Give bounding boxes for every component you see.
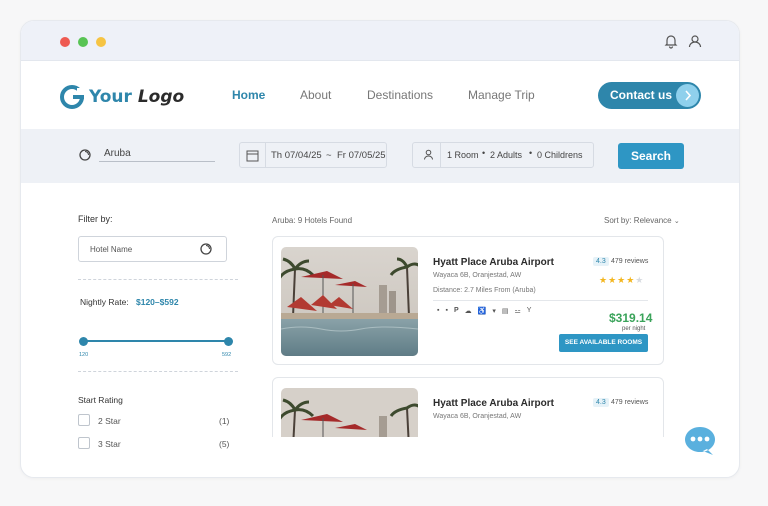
destination-underline bbox=[99, 161, 215, 162]
adults-value: 2 Adults bbox=[490, 150, 523, 160]
weather-icon: ☁ bbox=[464, 308, 472, 315]
hotel-address: Wayaca 6B, Oranjestad, AW bbox=[433, 413, 522, 420]
slider-max-handle[interactable] bbox=[224, 336, 233, 346]
room-service-icon: ⚍ bbox=[514, 308, 521, 315]
fridge-icon: ▪ bbox=[445, 307, 448, 314]
price: $319.14 bbox=[609, 311, 653, 325]
hotel-photo[interactable] bbox=[281, 247, 418, 356]
hotel-card[interactable]: Hyatt Place Aruba Airport Wayaca 6B, Ora… bbox=[272, 236, 664, 365]
slider-min-handle[interactable] bbox=[79, 336, 88, 346]
logo-word-1: Your bbox=[89, 87, 132, 107]
date-separator: ~ bbox=[326, 150, 332, 161]
hotel-search-icon bbox=[199, 242, 213, 261]
hotel-name-placeholder: Hotel Name bbox=[90, 245, 133, 254]
bar-icon: Y bbox=[526, 307, 532, 314]
logo-icon bbox=[60, 85, 85, 109]
rating-score-badge: 4.3 bbox=[593, 257, 609, 266]
coffee-icon: ▾ bbox=[492, 308, 496, 315]
reviews-count[interactable]: 479 reviews bbox=[611, 258, 648, 265]
maximize-dot[interactable] bbox=[78, 37, 88, 47]
close-dot[interactable] bbox=[60, 37, 70, 47]
hotel-distance: Distance: 2.7 Miles From (Aruba) bbox=[433, 287, 536, 294]
slider-min-label: 120 bbox=[79, 352, 89, 358]
rooms-value: 1 Room bbox=[447, 150, 479, 160]
checkbox-3-star[interactable] bbox=[78, 437, 90, 449]
hotel-name-input[interactable]: Hotel Name bbox=[78, 236, 227, 262]
divider bbox=[433, 300, 648, 301]
rating-score-badge: 4.3 bbox=[593, 398, 609, 407]
contact-us-label: Contact us bbox=[610, 88, 673, 102]
chevron-right-icon bbox=[676, 84, 699, 107]
guest-user-icon bbox=[422, 148, 435, 166]
search-bar: Aruba Th 07/04/25 ~ Fr 07/05/25 1 Room •… bbox=[21, 129, 739, 183]
search-button[interactable]: Search bbox=[618, 143, 684, 169]
price-range-slider[interactable] bbox=[79, 336, 233, 346]
user-icon[interactable] bbox=[685, 31, 705, 51]
divider bbox=[265, 142, 266, 168]
star-rating: ★★★★★ bbox=[599, 275, 644, 286]
nav-destinations[interactable]: Destinations bbox=[367, 88, 433, 102]
rating-option-label: 3 Star bbox=[98, 439, 121, 449]
divider bbox=[78, 279, 238, 280]
hotel-name[interactable]: Hyatt Place Aruba Airport bbox=[433, 398, 554, 409]
rating-option-count: (5) bbox=[219, 439, 230, 449]
chat-icon[interactable] bbox=[683, 425, 717, 455]
reviews-count[interactable]: 479 reviews bbox=[611, 399, 648, 406]
bullet: • bbox=[482, 148, 486, 158]
nightly-rate-value: $120–$592 bbox=[136, 297, 179, 307]
window-titlebar bbox=[21, 21, 739, 61]
hotel-address: Wayaca 6B, Oranjestad, AW bbox=[433, 272, 522, 279]
bullet: • bbox=[529, 148, 533, 158]
amenities-row: ▪ ▪ P ☁ ♿ ▾ ▤ ⚍ Y bbox=[437, 307, 531, 315]
bell-icon[interactable] bbox=[661, 31, 681, 51]
parking-icon: P bbox=[453, 307, 459, 314]
filter-title: Filter by: bbox=[78, 214, 113, 224]
checkbox-2-star[interactable] bbox=[78, 414, 90, 426]
destination-input[interactable]: Aruba bbox=[104, 148, 131, 159]
nav-manage-trip[interactable]: Manage Trip bbox=[468, 88, 535, 102]
star-icons: ★★★★ bbox=[599, 275, 636, 285]
sort-dropdown[interactable]: Sort by: Relevance ⌄ bbox=[604, 216, 680, 225]
see-available-rooms-button[interactable]: SEE AVAILABLE ROOMS bbox=[559, 334, 648, 352]
children-value: 0 Childrens bbox=[537, 150, 583, 160]
tv-icon: ▪ bbox=[437, 307, 440, 314]
hotel-name[interactable]: Hyatt Place Aruba Airport bbox=[433, 257, 554, 268]
checkout-date[interactable]: Fr 07/05/25 bbox=[337, 150, 386, 161]
per-night-label: per night bbox=[622, 326, 646, 332]
hotel-card[interactable]: Hyatt Place Aruba Airport Wayaca 6B, Ora… bbox=[272, 377, 664, 437]
star-rating-title: Start Rating bbox=[78, 395, 123, 405]
browser-window: Your Logo Home About Destinations Manage… bbox=[20, 20, 740, 478]
divider bbox=[78, 371, 238, 372]
hotel-photo[interactable] bbox=[281, 388, 418, 437]
safe-icon: ▤ bbox=[501, 308, 509, 315]
contact-us-button[interactable]: Contact us bbox=[598, 82, 701, 109]
results-summary: Aruba: 9 Hotels Found bbox=[272, 216, 353, 225]
empty-star-icon: ★ bbox=[635, 275, 645, 285]
nav-home[interactable]: Home bbox=[232, 88, 265, 102]
calendar-icon bbox=[246, 149, 259, 167]
nav-about[interactable]: About bbox=[300, 88, 331, 102]
checkin-date[interactable]: Th 07/04/25 bbox=[271, 150, 322, 161]
logo[interactable]: Your Logo bbox=[59, 84, 184, 110]
search-icon bbox=[78, 148, 92, 167]
logo-word-2: Logo bbox=[137, 87, 185, 107]
minimize-dot[interactable] bbox=[96, 37, 106, 47]
sort-label: Sort by: Relevance bbox=[604, 216, 672, 225]
slider-max-label: 592 bbox=[222, 352, 232, 358]
rating-option-label: 2 Star bbox=[98, 416, 121, 426]
divider bbox=[440, 142, 441, 168]
rating-option-count: (1) bbox=[219, 416, 230, 426]
accessible-icon: ♿ bbox=[477, 308, 487, 315]
chevron-down-icon: ⌄ bbox=[673, 218, 680, 225]
nightly-rate-label: Nightly Rate: bbox=[80, 297, 129, 307]
